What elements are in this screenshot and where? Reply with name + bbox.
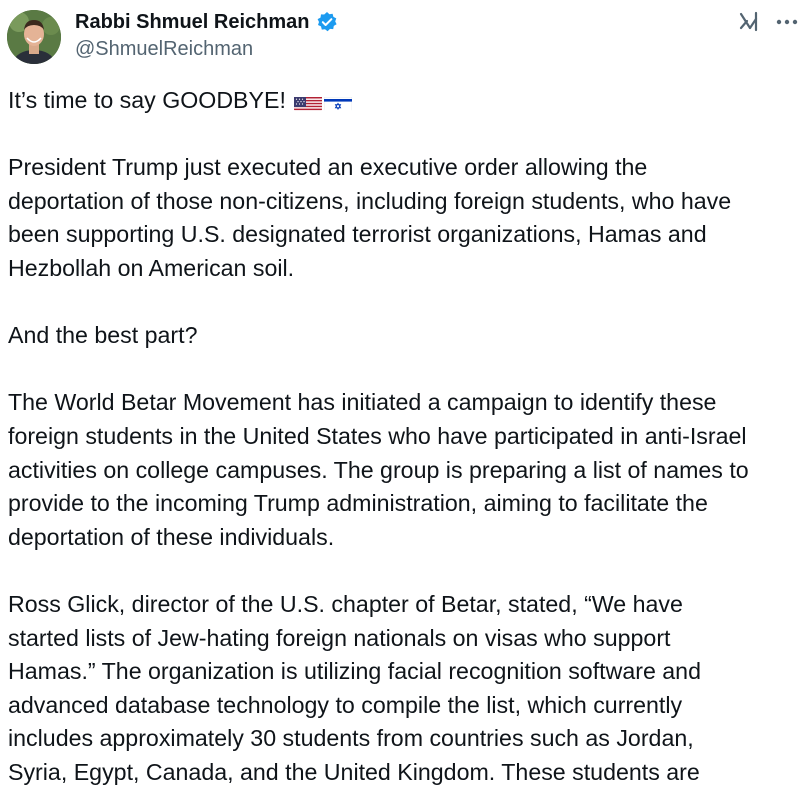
name-row: Rabbi Shmuel Reichman <box>75 10 338 34</box>
post-paragraph: The World Betar Movement has initiated a… <box>8 389 749 550</box>
post-intro-line: It’s time to say GOODBYE! <box>8 84 803 118</box>
user-avatar-photo-icon <box>7 10 61 64</box>
post-header: Rabbi Shmuel Reichman @ShmuelReichman <box>0 0 806 75</box>
post-paragraph: Ross Glick, director of the U.S. chapter… <box>8 590 701 785</box>
us-flag-icon <box>294 92 323 111</box>
intro-text: It’s time to say GOODBYE! <box>8 87 286 113</box>
verified-badge-icon <box>316 11 338 33</box>
post-paragraph: And the best part? <box>8 322 198 349</box>
post-paragraph: President Trump just executed an executi… <box>8 154 732 281</box>
more-options-icon[interactable] <box>774 10 800 34</box>
post-body: It’s time to say GOODBYE! President Trum… <box>8 84 803 789</box>
user-handle[interactable]: @ShmuelReichman <box>75 37 253 61</box>
avatar[interactable] <box>7 10 61 64</box>
display-name[interactable]: Rabbi Shmuel Reichman <box>75 10 310 34</box>
israel-flag-icon <box>324 92 353 111</box>
grok-icon[interactable] <box>737 9 763 35</box>
